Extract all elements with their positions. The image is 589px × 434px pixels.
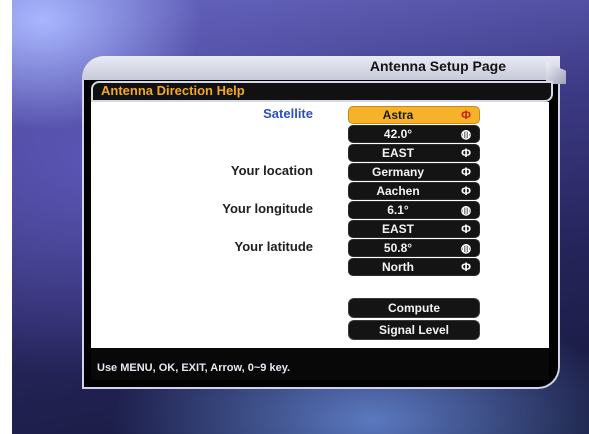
- help-line-2: Use MENU, OK, EXIT, Arrow, 0~9 key.: [97, 362, 291, 374]
- longitude-value-field[interactable]: 6.1° ◍: [348, 201, 480, 219]
- longitude-direction-field[interactable]: EAST Φ: [348, 220, 480, 238]
- left-right-arrow-icon: Φ: [461, 260, 471, 274]
- antenna-setup-panel: Antenna Setup Page Antenna Direction Hel…: [82, 56, 566, 389]
- left-right-arrow-icon: Φ: [461, 146, 471, 160]
- latitude-direction-field[interactable]: North Φ: [348, 258, 480, 276]
- digit-entry-icon: ◍: [460, 241, 472, 255]
- latitude-value-field[interactable]: 50.8° ◍: [348, 239, 480, 257]
- satellite-direction-value: EAST: [381, 146, 414, 160]
- left-right-arrow-icon: Φ: [461, 222, 471, 236]
- satellite-position-field[interactable]: 42.0° ◍: [348, 125, 480, 143]
- left-right-arrow-icon: Φ: [461, 184, 471, 198]
- country-field[interactable]: Germany Φ: [348, 163, 480, 181]
- digit-entry-icon: ◍: [460, 127, 472, 141]
- left-right-arrow-icon: Φ: [461, 108, 471, 122]
- help-line-1-illegible: [97, 348, 397, 358]
- page-title: Antenna Setup Page: [369, 58, 506, 74]
- your-location-label: Your location: [230, 163, 313, 178]
- compute-button[interactable]: Compute: [348, 298, 480, 318]
- panel-header: Antenna Setup Page: [82, 56, 560, 80]
- longitude-direction-value: EAST: [381, 222, 414, 236]
- satellite-direction-field[interactable]: EAST Φ: [348, 144, 480, 162]
- satellite-label: Satellite: [263, 106, 313, 121]
- country-value: Germany: [371, 165, 425, 179]
- your-latitude-label: Your latitude: [234, 239, 313, 254]
- subtitle-bar: Antenna Direction Help: [91, 81, 553, 102]
- latitude-direction-value: North: [382, 260, 414, 274]
- left-right-arrow-icon: Φ: [461, 165, 471, 179]
- digit-entry-icon: ◍: [460, 203, 472, 217]
- satellite-name-value: Astra: [382, 108, 414, 122]
- form-area: Satellite Astra Φ 42.0° ◍ EAST Φ Your lo…: [91, 102, 549, 366]
- satellite-position-value: 42.0°: [383, 127, 413, 141]
- city-value: Aachen: [376, 184, 420, 198]
- latitude-value: 50.8°: [383, 241, 413, 255]
- your-longitude-label: Your longitude: [222, 201, 313, 216]
- help-bar: Use MENU, OK, EXIT, Arrow, 0~9 key.: [91, 348, 549, 380]
- longitude-value: 6.1°: [387, 203, 409, 217]
- signal-level-button[interactable]: Signal Level: [348, 320, 480, 340]
- tv-screen: Antenna Setup Page Antenna Direction Hel…: [12, 0, 589, 434]
- city-field[interactable]: Aachen Φ: [348, 182, 480, 200]
- section-title: Antenna Direction Help: [101, 83, 245, 98]
- satellite-name-field[interactable]: Astra Φ: [348, 106, 480, 124]
